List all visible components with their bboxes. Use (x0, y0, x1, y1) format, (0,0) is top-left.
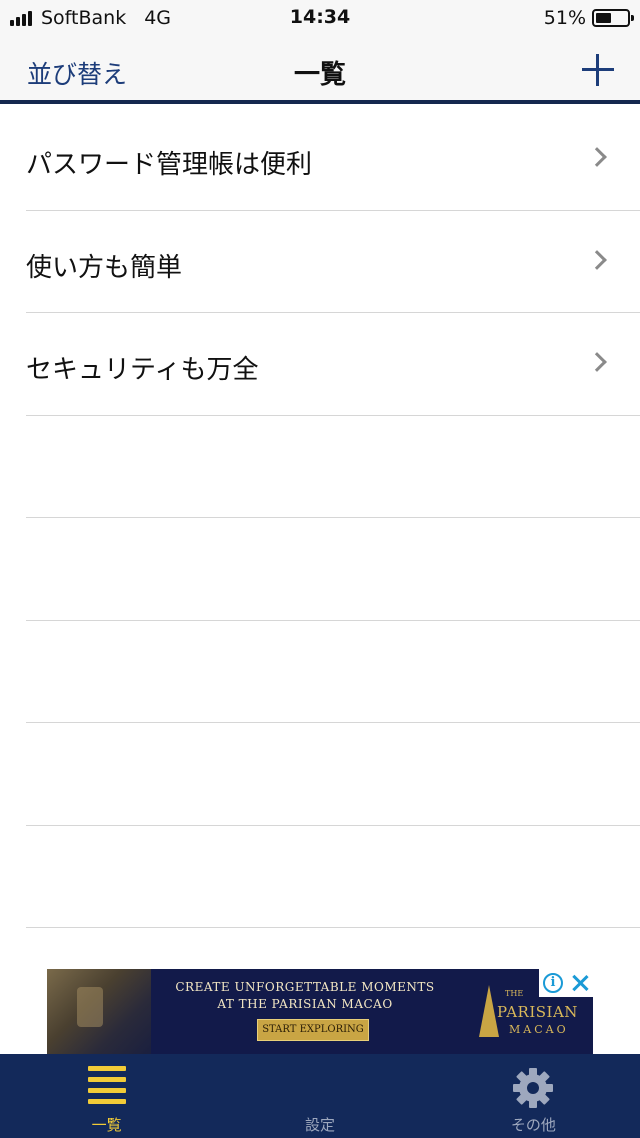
empty-list-row (26, 518, 640, 621)
battery-fill (596, 13, 611, 23)
status-bar: SoftBank 4G 14:34 51% (0, 0, 640, 36)
empty-list-row (26, 826, 640, 928)
ad-logo-city: MACAO (509, 1023, 569, 1036)
list-item[interactable]: パスワード管理帳は便利 (26, 108, 640, 211)
ad-headline: CREATE UNFORGETTABLE MOMENTS AT THE PARI… (155, 979, 455, 1013)
list-item[interactable]: 使い方も簡単 (26, 211, 640, 313)
ad-cta-button[interactable]: START EXPLORING (257, 1019, 369, 1041)
tab-label: 設定 (304, 1116, 335, 1134)
ad-banner[interactable]: CREATE UNFORGETTABLE MOMENTS AT THE PARI… (47, 969, 593, 1054)
eiffel-tower-icon (479, 985, 499, 1037)
ad-logo-the: THE (505, 989, 524, 998)
navigation-bar: 並び替え 一覧 (0, 36, 640, 104)
tab-settings[interactable]: 設定 (213, 1054, 554, 1138)
ad-choices: i (539, 969, 593, 997)
list-item[interactable]: セキュリティも万全 (26, 313, 640, 416)
chevron-right-icon (587, 147, 607, 167)
battery-icon (592, 9, 634, 27)
entry-list: パスワード管理帳は便利 使い方も簡単 セキュリティも万全 (0, 108, 640, 928)
tab-more[interactable]: その他 (427, 1054, 640, 1138)
ad-logo-name: PARISIAN (497, 1003, 578, 1021)
empty-list-row (26, 621, 640, 723)
list-item-label: セキュリティも万全 (26, 355, 259, 385)
ad-photo (47, 969, 151, 1054)
tab-label: その他 (510, 1116, 556, 1134)
tab-bar: 一覧 設定 その他 (0, 1054, 640, 1138)
ad-headline-line1: CREATE UNFORGETTABLE MOMENTS (175, 980, 435, 994)
add-button[interactable] (582, 54, 614, 86)
battery-percent: 51% (543, 7, 586, 29)
list-item-label: 使い方も簡単 (26, 252, 183, 283)
chevron-right-icon (587, 352, 607, 372)
list-icon (88, 1066, 126, 1106)
empty-list-row (26, 723, 640, 826)
tab-label: 一覧 (91, 1116, 122, 1134)
sort-button[interactable]: 並び替え (27, 55, 127, 91)
tab-list[interactable]: 一覧 (0, 1054, 213, 1138)
chevron-right-icon (587, 249, 607, 270)
close-icon[interactable] (571, 974, 589, 992)
ad-headline-line2: AT THE PARISIAN MACAO (217, 997, 393, 1011)
info-icon[interactable]: i (543, 973, 563, 993)
list-item-label: パスワード管理帳は便利 (26, 150, 313, 180)
status-right: 51% (543, 6, 634, 30)
empty-list-row (26, 416, 640, 518)
battery-nub (631, 15, 634, 21)
